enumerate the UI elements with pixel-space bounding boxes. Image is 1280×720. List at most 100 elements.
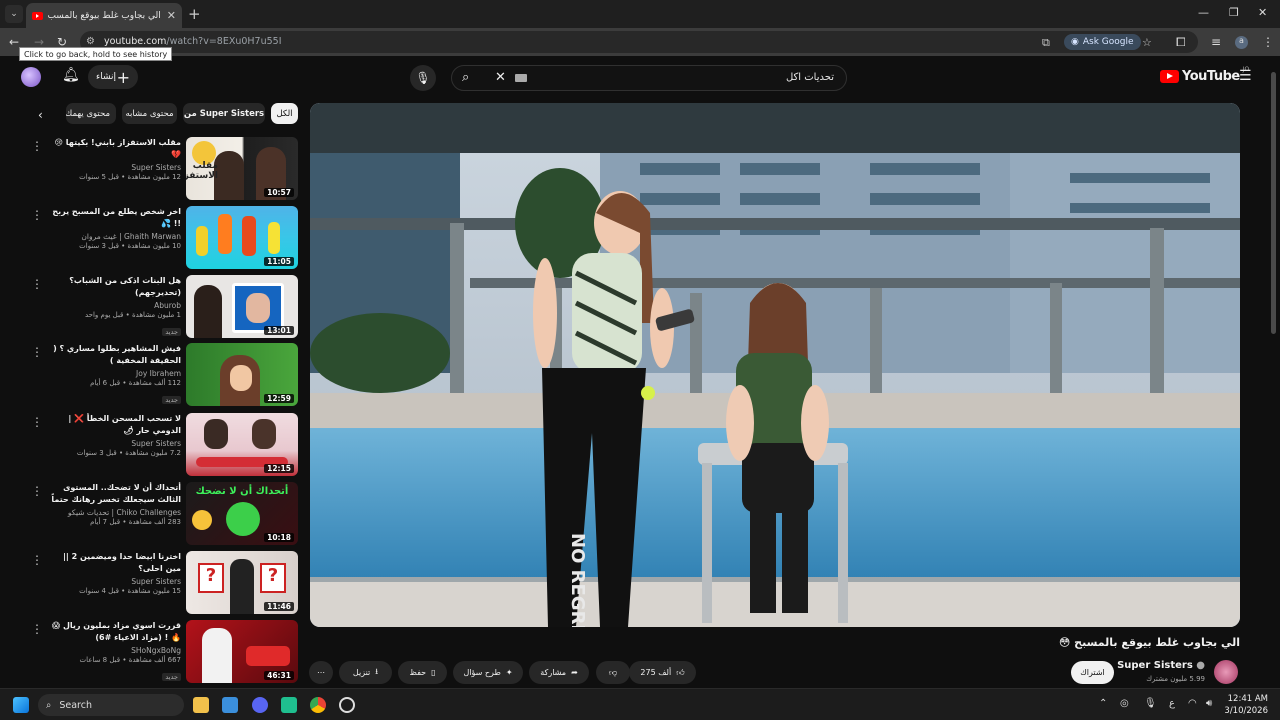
keyboard-icon[interactable] [515,74,527,82]
chevron-up-icon[interactable]: ⌃ [1099,698,1107,709]
back-button[interactable]: ← [9,35,19,49]
video-thumbnail[interactable]: 12:59 [186,343,298,406]
more-options-icon[interactable]: ⋮ [31,415,43,429]
list-item[interactable]: ⋮ قررت اسوي مزاد بمليون ريال 😱🔥 ! (مزاد … [28,620,300,684]
more-options-icon[interactable]: ⋮ [31,208,43,222]
list-item[interactable]: ⋮ أتحداك أن لا تضحك.. المستوى الثالث سيج… [28,482,300,546]
share-button[interactable]: مشاركة ➦ [529,661,589,684]
profile-avatar[interactable]: a [1235,36,1248,49]
video-player[interactable]: NO REGRET [310,103,1240,627]
browser-toolbar: ← → ↻ ⚙ youtube.com/watch?v=8EXu0H7u55I … [0,28,1280,56]
search-icon: ⌕ [46,699,52,711]
list-item[interactable]: ⋮ فيش المشاهير بطلوا مساري ؟ ( الحقيقة ا… [28,343,300,407]
site-info-icon[interactable]: ⚙ [86,36,95,47]
close-window-button[interactable]: ✕ [1258,6,1267,19]
chip-related[interactable]: محتوى مشابه [122,103,177,124]
search-query: تحديات اكل [785,72,834,83]
video-frame: NO REGRET [310,103,1240,627]
browser-menu-icon[interactable]: ⋮ [1262,35,1274,49]
list-item[interactable]: ⋮ هل البنات اذكى من الشباب؟ (تحديرجهم) Ab… [28,275,300,339]
video-thumbnail[interactable]: 13:01 [186,275,298,338]
voice-search-button[interactable]: 🎙︎ [410,65,436,91]
file-explorer-icon[interactable] [193,697,209,713]
thumbs-down-icon: 👎︎ [608,667,618,677]
more-options-icon[interactable]: ⋮ [31,553,43,567]
create-button[interactable]: إنشاء + [88,65,138,89]
like-button[interactable]: 275 ألف 👍︎ [629,661,696,684]
search-icon[interactable]: ⌕ [462,70,469,85]
user-avatar[interactable] [21,67,41,87]
thumbs-up-icon: 👍︎ [676,667,685,677]
chip-all[interactable]: الكل [271,103,298,124]
more-horizontal-icon: ⋯ [317,668,325,677]
download-button[interactable]: تنزيل ⭳ [339,661,392,684]
wifi-icon[interactable]: ◠ [1188,698,1197,709]
youtube-masthead: 🔔︎ إنشاء + 🎙︎ ⌕ ✕ تحديات اكل YouTube JO … [0,56,1280,98]
clear-search-icon[interactable]: ✕ [495,70,506,85]
ask-button[interactable]: طرح سؤال ✦ [453,661,523,684]
list-item[interactable]: ⋮ مقلب الاستفزاز بابني! بكيتها 😢💔 Super S… [28,137,300,201]
extensions-icon[interactable]: ⧠ [1176,35,1186,50]
bookmark-icon: ▯ [431,668,436,677]
verified-icon: ● [1196,660,1205,671]
more-options-icon[interactable]: ⋮ [31,277,43,291]
microphone-icon[interactable]: 🎙︎ [1144,698,1157,709]
maximize-button[interactable]: ❐ [1229,6,1239,19]
video-thumbnail[interactable]: أتحداك أن لا تضحك 10:18 [186,482,298,545]
channel-name[interactable]: Super Sisters ● [1117,660,1205,671]
video-thumbnail[interactable]: ? ? 11:46 [186,551,298,614]
list-item[interactable]: ⋮ اخترنا ابيضا حدا وميضمين 2 || مين احلى… [28,551,300,615]
chrome-icon[interactable] [310,697,326,713]
windows-start-icon[interactable] [13,697,29,713]
more-actions-button[interactable]: ⋯ [309,661,333,684]
microphone-icon: 🎙︎ [415,71,431,85]
app-icon[interactable] [281,697,297,713]
browser-tab-active[interactable]: الي بجاوب غلط بيوقع بالمسب ✕ [26,3,182,28]
video-thumbnail[interactable]: 12:15 [186,413,298,476]
save-button[interactable]: حفظ ▯ [398,661,447,684]
chevron-left-icon[interactable]: ‹ [38,108,43,122]
chip-for-you[interactable]: محتوى يهمك [66,103,116,124]
more-options-icon[interactable]: ⋮ [31,622,43,636]
reading-list-icon[interactable]: ≡ [1211,35,1221,49]
subscribe-button[interactable]: اشتراك [1071,661,1114,684]
page-scrollbar[interactable] [1271,72,1276,334]
url-text: youtube.com/watch?v=8EXu0H7u55I [104,36,282,47]
tab-close-icon[interactable]: ✕ [167,9,176,22]
discord-icon[interactable] [252,697,268,713]
browser-tabbar: ⌄ الي بجاوب غلط بيوقع بالمسب ✕ + — ❐ ✕ [0,0,1280,28]
app-circle-icon[interactable] [339,697,355,713]
search-input[interactable]: ⌕ ✕ تحديات اكل [451,65,847,91]
youtube-logo[interactable]: YouTube JO [1160,66,1249,84]
ask-google-button[interactable]: ◉ Ask Google [1064,34,1141,50]
notifications-bell-icon[interactable]: 🔔︎ [62,67,80,83]
list-item[interactable]: ⋮ لا تسحب المسحن الخطأ ❌ | الدومي حار 🌶 S… [28,413,300,477]
dislike-button[interactable]: 👎︎ [596,661,630,684]
system-clock[interactable]: 12:41 AM 3/10/2026 [1222,693,1268,717]
bookmark-star-icon[interactable]: ☆ [1142,36,1152,49]
install-app-icon[interactable]: ⧉ [1042,36,1050,50]
video-thumbnail[interactable]: 11:05 [186,206,298,269]
video-thumbnail[interactable]: مقلب الاستفزاز 10:57 [186,137,298,200]
chip-from-channel[interactable]: من Super Sisters [183,103,265,124]
hamburger-menu-icon[interactable]: ☰ [1239,68,1252,84]
svg-text:NO REGRET: NO REGRET [567,533,588,627]
more-options-icon[interactable]: ⋮ [31,345,43,359]
language-indicator[interactable]: ع [1169,698,1175,709]
address-bar[interactable]: ⚙ youtube.com/watch?v=8EXu0H7u55I ⧉ ◉ Ask… [80,31,1198,53]
volume-icon[interactable]: 🔊︎ [1206,698,1212,709]
youtube-play-icon [1160,70,1179,83]
list-item[interactable]: ⋮ اخر شخص يطلع من المسبح يربح !! 💦 Ghaith… [28,206,300,270]
minimize-button[interactable]: — [1198,6,1209,19]
new-tab-button[interactable]: + [188,5,201,23]
taskbar-search[interactable]: ⌕ Search [38,694,184,716]
more-options-icon[interactable]: ⋮ [31,139,43,153]
sparkle-icon: ✦ [505,668,513,677]
store-icon[interactable] [222,697,238,713]
video-thumbnail[interactable]: 46:31 [186,620,298,683]
tab-search-button[interactable]: ⌄ [5,5,23,23]
more-options-icon[interactable]: ⋮ [31,484,43,498]
channel-avatar[interactable] [1214,660,1238,684]
windows-taskbar: ⌕ Search ⌃ ◎ 🎙︎ ع ◠ 🔊︎ 12:41 AM 3/10/2026 [0,688,1280,720]
app-tray-icon[interactable]: ◎ [1120,698,1129,709]
